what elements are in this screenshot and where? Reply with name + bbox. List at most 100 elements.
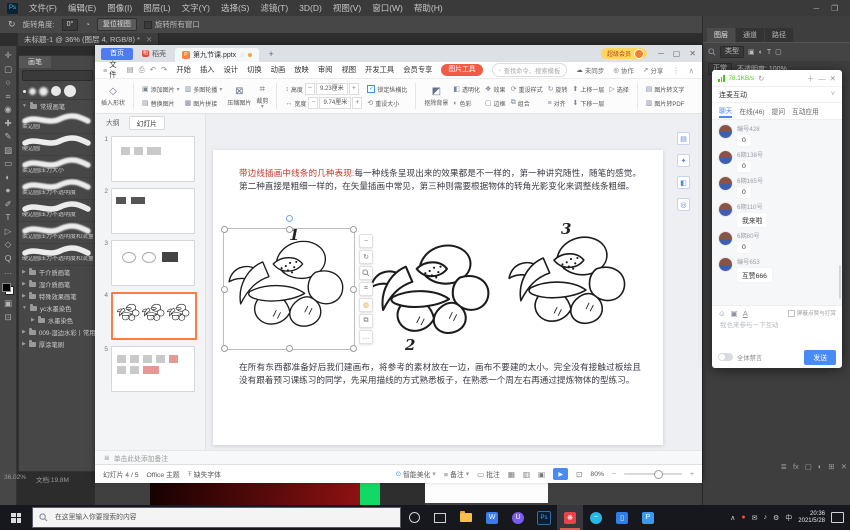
- reset-size-button[interactable]: ⟲重设大小: [367, 97, 407, 109]
- brush-item[interactable]: 柔边圆压力不透明度: [19, 178, 96, 200]
- replace-picture-button[interactable]: ▤替换图片: [142, 97, 180, 109]
- share-button[interactable]: ↗分享: [643, 65, 663, 75]
- brush-folder-general[interactable]: ▼常规画笔: [19, 100, 96, 112]
- rotate-quick-icon[interactable]: ↻: [359, 250, 373, 264]
- rotate-angle-value[interactable]: 0°: [62, 19, 79, 31]
- chat-message-list[interactable]: 编号4280 6期138号0 6期165号0 6期110号我来啦 6期80号0 …: [712, 120, 842, 305]
- chevron-down-icon[interactable]: ˅: [831, 91, 835, 98]
- layer-mask-icon[interactable]: ▢: [805, 462, 812, 471]
- ps-menu-type[interactable]: 文字(Y): [182, 2, 210, 14]
- zoom-slider[interactable]: [624, 473, 682, 475]
- font-icon[interactable]: A: [743, 309, 748, 318]
- tab-chat[interactable]: 聊天: [719, 105, 732, 118]
- zoom-tool-icon[interactable]: Q: [5, 254, 12, 263]
- compress-picture-button[interactable]: ⊠压缩图片: [227, 86, 251, 107]
- reset-view-button[interactable]: 复位视图: [97, 18, 137, 31]
- zoom-quick-icon[interactable]: [359, 266, 373, 280]
- brush-folder[interactable]: ▶厚涂笔刷: [19, 338, 96, 350]
- copy-quick-icon[interactable]: ⧉: [359, 314, 373, 328]
- tab-insert[interactable]: 插入: [200, 65, 215, 75]
- theme-name[interactable]: Office 主题: [147, 469, 180, 479]
- flower-drawing-3[interactable]: [509, 237, 624, 323]
- dodge-tool-icon[interactable]: ●: [5, 186, 10, 195]
- tab-design[interactable]: 设计: [223, 65, 238, 75]
- layer-filter-kind[interactable]: 类型: [720, 46, 744, 58]
- pic-to-text-button[interactable]: ▤图片转文字: [646, 83, 685, 95]
- slide-paragraph-top[interactable]: 带边线插画中线条的几种表现:每一种线条呈现出来的效果都是不一样的，第一种讲究随性…: [239, 167, 641, 195]
- comments-button[interactable]: ▭批注: [477, 469, 500, 479]
- rotate-view-tool-icon[interactable]: ↻: [8, 19, 16, 30]
- tab-slideshow[interactable]: 放映: [294, 65, 309, 75]
- selection-handle[interactable]: [221, 286, 228, 293]
- mic-section-row[interactable]: 连麦互动 ˅: [712, 87, 842, 103]
- rotate-all-checkbox[interactable]: [144, 21, 152, 29]
- send-backward-button[interactable]: ⬇下移一层: [572, 97, 604, 109]
- ps-menu-layer[interactable]: 图层(L): [143, 2, 170, 14]
- properties-toggle-icon[interactable]: ▤: [677, 132, 690, 145]
- ime-indicator[interactable]: 中: [785, 513, 792, 523]
- more-quick-icon[interactable]: …: [359, 330, 373, 344]
- settings-tray-icon[interactable]: ⚙: [773, 514, 779, 522]
- rotate-button[interactable]: ↻旋转: [548, 83, 568, 95]
- tab-questions[interactable]: 提问: [772, 106, 785, 116]
- brushes-panel-tab[interactable]: 画笔: [19, 56, 51, 68]
- paths-panel-tab[interactable]: 路径: [765, 28, 793, 42]
- taskbar-search[interactable]: [32, 507, 401, 528]
- lasso-tool-icon[interactable]: ○: [5, 78, 10, 87]
- outline-tab[interactable]: 大纲: [99, 116, 127, 130]
- type-tool-icon[interactable]: T: [5, 213, 10, 222]
- notes-bar[interactable]: ≣ 单击此处添加备注: [95, 450, 702, 464]
- flower-drawing-2[interactable]: [371, 245, 488, 332]
- zoom-slider-knob[interactable]: [654, 470, 663, 479]
- effect-button[interactable]: ❖效果: [485, 83, 506, 95]
- save-icon[interactable]: ▤: [127, 65, 134, 75]
- cloud-app-icon[interactable]: ~: [583, 505, 609, 530]
- start-button[interactable]: [0, 505, 32, 530]
- tab-transition[interactable]: 切换: [247, 65, 262, 75]
- crop-quick-icon[interactable]: ⌗: [359, 282, 373, 296]
- chat-minimize-icon[interactable]: —: [818, 74, 826, 83]
- selection-handle[interactable]: [286, 345, 293, 352]
- tab-online[interactable]: 在线(46): [739, 106, 764, 116]
- notification-center-icon[interactable]: [831, 512, 844, 523]
- tab-view[interactable]: 视图: [341, 65, 356, 75]
- ps-menu-help[interactable]: 帮助(H): [414, 2, 443, 14]
- wps-restore-icon[interactable]: ▢: [673, 49, 681, 58]
- command-search[interactable]: 查找命令、搜索模板: [492, 63, 568, 77]
- missing-font-warning[interactable]: Ŧ缺失字体: [188, 469, 221, 479]
- ps-menu-filter[interactable]: 滤镜(T): [260, 2, 288, 14]
- photoshop-app-icon[interactable]: Ps: [531, 505, 557, 530]
- transparent-button[interactable]: ◧透明化: [453, 83, 480, 95]
- slide-thumbnail-3[interactable]: [111, 240, 195, 286]
- reset-style-button[interactable]: ⟳重设样式: [511, 83, 543, 95]
- wps-minimize-icon[interactable]: ─: [658, 49, 664, 58]
- slides-tab[interactable]: 幻灯片: [129, 116, 165, 130]
- block-likes-checkbox[interactable]: [788, 310, 795, 317]
- ps-menu-window[interactable]: 窗口(W): [372, 2, 403, 14]
- ps-minimize-icon[interactable]: ─: [813, 4, 819, 13]
- refresh-icon[interactable]: ↻: [758, 74, 764, 83]
- zoom-in-button[interactable]: +: [690, 471, 694, 478]
- crop-button[interactable]: ⌗裁剪▾: [256, 84, 268, 109]
- slide-canvas[interactable]: 带边线插画中线条的几种表现:每一种线条呈现出来的效果都是不一样的，第一种讲究随性…: [213, 150, 663, 445]
- channels-panel-tab[interactable]: 通道: [736, 28, 764, 42]
- p-app-icon[interactable]: P: [635, 505, 661, 530]
- phone-app-icon[interactable]: ▯: [609, 505, 635, 530]
- color-swatches[interactable]: [2, 283, 14, 295]
- sync-status[interactable]: ☁未同步: [576, 65, 604, 75]
- selection-handle[interactable]: [286, 226, 293, 233]
- cortana-button[interactable]: [401, 505, 427, 530]
- ps-doc-close-icon[interactable]: ✕: [146, 35, 152, 44]
- ps-menu-view[interactable]: 视图(V): [333, 2, 361, 14]
- eraser-tool-icon[interactable]: ▭: [4, 159, 12, 168]
- tab-apps[interactable]: 互动应用: [792, 106, 819, 116]
- more-menu-icon[interactable]: ⋮: [672, 66, 679, 75]
- slideshow-play-button[interactable]: ▶: [553, 468, 568, 480]
- layers-panel-tab[interactable]: 图层: [707, 28, 735, 42]
- collaborate-button[interactable]: ◎协作: [613, 65, 634, 75]
- remove-background-button[interactable]: ◩抠除背景: [424, 86, 448, 107]
- pen-tool-icon[interactable]: ✐: [4, 200, 11, 209]
- lock-ratio-checkbox[interactable]: ✓锁定纵横比: [367, 83, 407, 95]
- filter-adjust-icon[interactable]: ◐: [759, 49, 763, 56]
- emoji-icon[interactable]: ☺: [718, 309, 726, 318]
